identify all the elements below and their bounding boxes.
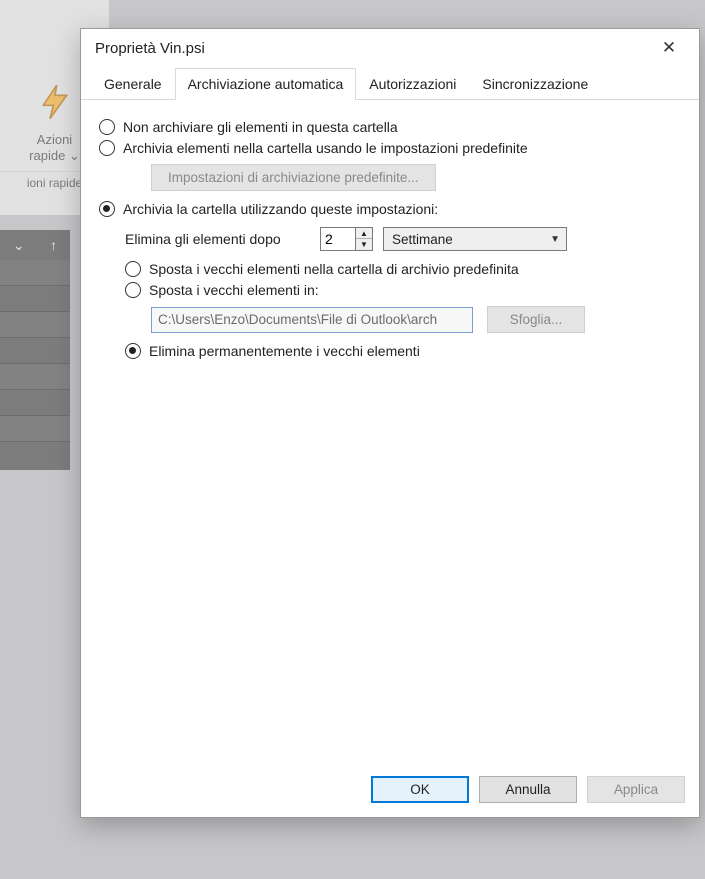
tab-strip: Generale Archiviazione automatica Autori… [81, 67, 699, 100]
clean-after-input[interactable] [321, 228, 355, 250]
option-label: Archivia la cartella utilizzando queste … [123, 201, 438, 217]
browse-button: Sfoglia... [487, 306, 585, 333]
move-to-path-input [151, 307, 473, 333]
chevron-down-icon: ▼ [550, 234, 560, 245]
tab-sync[interactable]: Sincronizzazione [469, 68, 601, 100]
option-label: Sposta i vecchi elementi in: [149, 282, 319, 298]
radio-icon [125, 282, 141, 298]
option-label: Archivia elementi nella cartella usando … [123, 140, 528, 156]
cancel-button[interactable]: Annulla [479, 776, 577, 803]
default-settings-button: Impostazioni di archiviazione predefinit… [151, 164, 436, 191]
close-button[interactable]: ✕ [649, 32, 689, 64]
radio-icon [125, 343, 141, 359]
radio-icon [125, 261, 141, 277]
option-label: Elimina permanentemente i vecchi element… [149, 343, 420, 359]
spinner-up-icon[interactable]: ▲ [356, 228, 372, 239]
tab-general[interactable]: Generale [91, 68, 175, 100]
dialog-title: Proprietà Vin.psi [95, 40, 205, 57]
option-use-default[interactable]: Archivia elementi nella cartella usando … [99, 140, 681, 156]
clean-after-row: Elimina gli elementi dopo ▲ ▼ Settimane … [125, 227, 681, 251]
apply-button: Applica [587, 776, 685, 803]
option-delete-permanently[interactable]: Elimina permanentemente i vecchi element… [125, 343, 681, 359]
radio-icon [99, 140, 115, 156]
option-move-default[interactable]: Sposta i vecchi elementi nella cartella … [125, 261, 681, 277]
select-value: Settimane [392, 232, 453, 247]
option-move-to[interactable]: Sposta i vecchi elementi in: [125, 282, 681, 298]
clean-after-spinner[interactable]: ▲ ▼ [320, 227, 373, 251]
clean-after-unit-select[interactable]: Settimane ▼ [383, 227, 567, 251]
close-icon: ✕ [662, 38, 676, 58]
tab-autoarchive[interactable]: Archiviazione automatica [175, 68, 357, 100]
ok-button[interactable]: OK [371, 776, 469, 803]
dialog-titlebar: Proprietà Vin.psi ✕ [81, 29, 699, 67]
radio-icon [99, 119, 115, 135]
tab-permissions[interactable]: Autorizzazioni [356, 68, 469, 100]
option-use-custom[interactable]: Archivia la cartella utilizzando queste … [99, 201, 681, 217]
option-label: Non archiviare gli elementi in questa ca… [123, 119, 398, 135]
properties-dialog: Proprietà Vin.psi ✕ Generale Archiviazio… [80, 28, 700, 818]
radio-icon [99, 201, 115, 217]
clean-after-label: Elimina gli elementi dopo [125, 231, 310, 247]
spinner-down-icon[interactable]: ▼ [356, 239, 372, 250]
move-to-path-row: Sfoglia... [151, 306, 681, 333]
dialog-footer: OK Annulla Applica [81, 764, 699, 817]
option-dont-archive[interactable]: Non archiviare gli elementi in questa ca… [99, 119, 681, 135]
option-label: Sposta i vecchi elementi nella cartella … [149, 261, 519, 277]
dialog-content: Non archiviare gli elementi in questa ca… [81, 100, 699, 764]
